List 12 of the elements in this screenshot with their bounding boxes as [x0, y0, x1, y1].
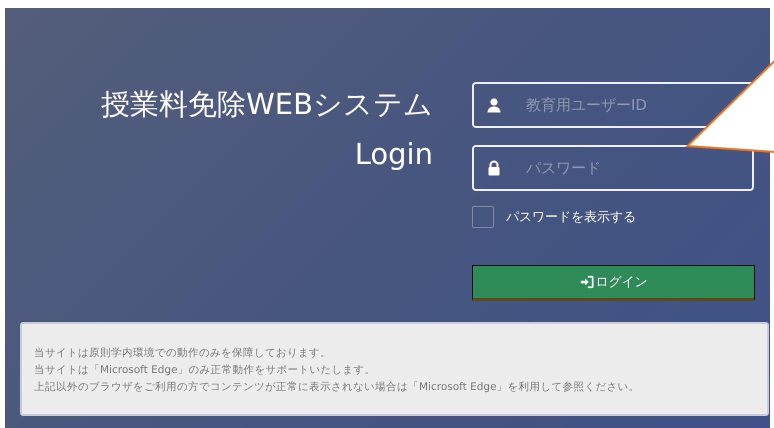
lock-icon	[486, 160, 502, 176]
login-heading: Login	[354, 136, 433, 173]
password-field[interactable]: パスワード	[472, 145, 754, 191]
notice-text: 当サイトは「Microsoft Edge」のみ正常動作をサポートいたします。	[34, 363, 377, 378]
sign-in-icon	[580, 275, 594, 289]
notice-text: 当サイトは原則学内環境での動作のみを保障しております。	[34, 346, 332, 361]
show-password-checkbox[interactable]	[472, 206, 494, 228]
show-password-label: パスワードを表示する	[506, 209, 636, 226]
notice-text: 上記以外のブラウザをご利用の方でコンテンツが正常に表示されない場合は「Microsoft Edge」を利用して参照ください。	[34, 380, 641, 395]
login-button[interactable]: ログイン	[472, 265, 755, 301]
system-title: 授業料免除WEBシステム	[100, 86, 433, 123]
user-icon	[486, 97, 502, 113]
